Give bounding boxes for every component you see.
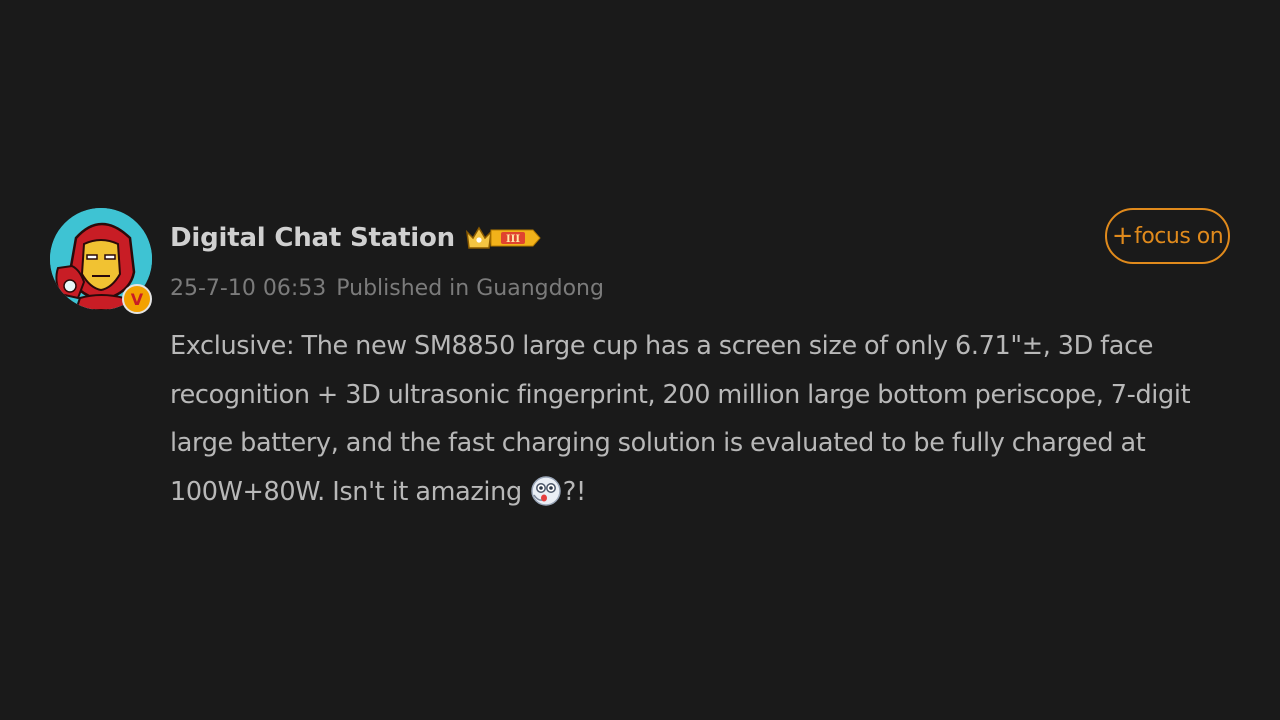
surprised-face-emoji-icon [530, 475, 562, 507]
weibo-post: V Digital Chat Station III 25-7-10 06:53… [0, 0, 1280, 720]
svg-text:III: III [506, 234, 520, 245]
post-location: Published in Guangdong [336, 275, 604, 301]
svg-text:V: V [131, 290, 144, 309]
crown-rank-badge-icon[interactable]: III [465, 223, 541, 253]
verified-badge: V [122, 284, 152, 314]
plus-icon: + [1111, 221, 1134, 251]
author-name[interactable]: Digital Chat Station [170, 223, 455, 253]
author-avatar[interactable]: V [50, 208, 152, 314]
follow-label: focus on [1134, 223, 1224, 249]
post-text-tail: ?! [562, 476, 586, 507]
follow-button[interactable]: + focus on [1105, 208, 1230, 264]
verified-v-icon: V [131, 290, 144, 309]
post-text-main: Exclusive: The new SM8850 large cup has … [170, 331, 1191, 507]
post-text: Exclusive: The new SM8850 large cup has … [170, 322, 1240, 516]
post-meta: 25-7-10 06:53 Published in Guangdong [170, 272, 604, 304]
post-header: Digital Chat Station III [170, 218, 541, 258]
post-date: 25-7-10 06:53 [170, 275, 327, 301]
